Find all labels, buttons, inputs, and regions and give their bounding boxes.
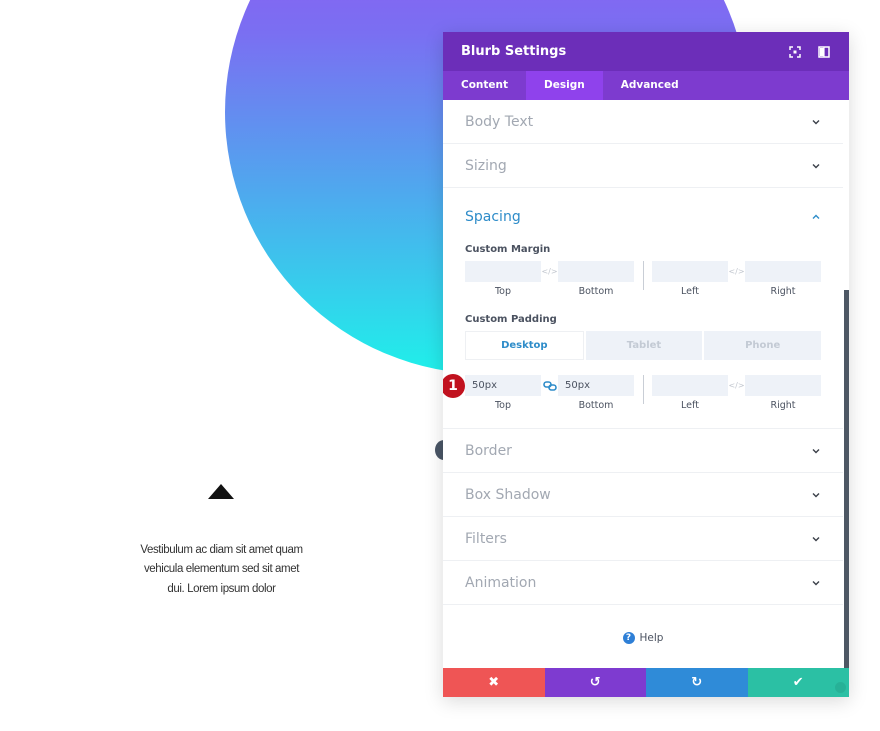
check-icon: ✔ [792, 675, 804, 690]
chevron-down-icon [812, 492, 820, 497]
help-icon: ? [622, 632, 635, 644]
chevron-down-icon [812, 580, 820, 585]
field-label: Top [494, 400, 512, 411]
chevron-down-icon [812, 448, 820, 453]
link-icon[interactable]: </> [541, 261, 558, 282]
section-title: Body Text [465, 113, 534, 130]
chevron-down-icon [812, 536, 820, 541]
redo-button[interactable]: ↻ [646, 668, 748, 697]
help-link[interactable]: ? Help [443, 605, 843, 671]
spacing-header[interactable]: Spacing [465, 188, 821, 244]
custom-margin-label: Custom Margin [465, 244, 551, 255]
device-tab-phone[interactable]: Phone [704, 331, 822, 360]
device-tab-tablet[interactable]: Tablet [585, 331, 703, 360]
margin-top-input[interactable] [465, 261, 541, 282]
link-icon[interactable]: </> [728, 261, 745, 282]
margin-bottom-input[interactable] [558, 261, 635, 282]
section-animation[interactable]: Animation [443, 561, 843, 605]
section-title: Border [465, 442, 512, 459]
custom-padding-label: Custom Padding [465, 314, 557, 325]
padding-bottom-input[interactable] [558, 375, 635, 396]
settings-tabs: Content Design Advanced [443, 71, 849, 100]
section-title: Box Shadow [465, 486, 551, 503]
section-box-shadow[interactable]: Box Shadow [443, 473, 843, 517]
link-active-icon[interactable] [541, 375, 558, 396]
modal-title: Blurb Settings [461, 44, 567, 59]
undo-button[interactable]: ↺ [544, 668, 646, 697]
settings-content: Body Text Sizing Spacing Custom Margin T… [443, 100, 849, 697]
split-view-icon[interactable] [817, 45, 831, 59]
custom-padding-fields: 1 Top Bottom Left </> [443, 374, 822, 411]
blurb-body-text: Vestibulum ac diam sit amet quam vehicul… [140, 544, 303, 595]
device-tabs: Desktop Tablet Phone [465, 331, 822, 360]
link-icon[interactable]: </> [728, 375, 745, 396]
field-label: Bottom [578, 286, 614, 297]
modal-footer: ✖ ↺ ↻ ✔ [443, 668, 849, 697]
divider [643, 261, 644, 290]
section-title: Spacing [465, 209, 521, 225]
fullscreen-icon[interactable] [788, 45, 802, 59]
section-title: Filters [465, 530, 507, 547]
chevron-down-icon [812, 163, 820, 168]
margin-right-input[interactable] [745, 261, 822, 282]
section-spacing: Spacing Custom Margin Top </> Bottom Lef… [443, 188, 843, 429]
chevron-up-icon [812, 214, 820, 219]
section-title: Animation [465, 574, 537, 591]
field-label: Right [770, 286, 796, 297]
section-body-text[interactable]: Body Text [443, 100, 843, 144]
modal-header[interactable]: Blurb Settings [443, 32, 849, 71]
padding-top-input[interactable] [465, 375, 541, 396]
margin-left-input[interactable] [651, 261, 728, 282]
redo-icon: ↻ [691, 675, 703, 690]
field-label: Left [681, 400, 699, 411]
triangle-up-icon [208, 484, 234, 499]
chevron-down-icon [812, 119, 820, 124]
section-border[interactable]: Border [443, 429, 843, 473]
section-filters[interactable]: Filters [443, 517, 843, 561]
divider [643, 375, 644, 404]
cancel-button[interactable]: ✖ [443, 668, 545, 697]
section-sizing[interactable]: Sizing [443, 144, 843, 188]
device-tab-desktop[interactable]: Desktop [465, 331, 584, 360]
scrollbar[interactable] [844, 290, 849, 697]
close-icon: ✖ [488, 675, 500, 690]
undo-icon: ↺ [589, 675, 601, 690]
section-title: Sizing [465, 157, 507, 174]
field-label: Right [770, 400, 796, 411]
tab-advanced[interactable]: Advanced [603, 71, 697, 100]
field-label: Top [494, 286, 512, 297]
field-label: Left [681, 286, 699, 297]
field-label: Bottom [578, 400, 614, 411]
padding-left-input[interactable] [651, 375, 728, 396]
custom-margin-fields: Top </> Bottom Left </> Right [465, 261, 822, 297]
resize-handle[interactable] [835, 682, 846, 693]
blurb-settings-modal: Blurb Settings Content Design Advanced B… [443, 32, 849, 697]
step-badge: 1 [443, 374, 465, 398]
save-button[interactable]: ✔ [747, 668, 849, 697]
tab-design[interactable]: Design [526, 71, 603, 100]
help-label: Help [639, 632, 664, 644]
padding-right-input[interactable] [745, 375, 822, 396]
tab-content[interactable]: Content [443, 71, 526, 100]
